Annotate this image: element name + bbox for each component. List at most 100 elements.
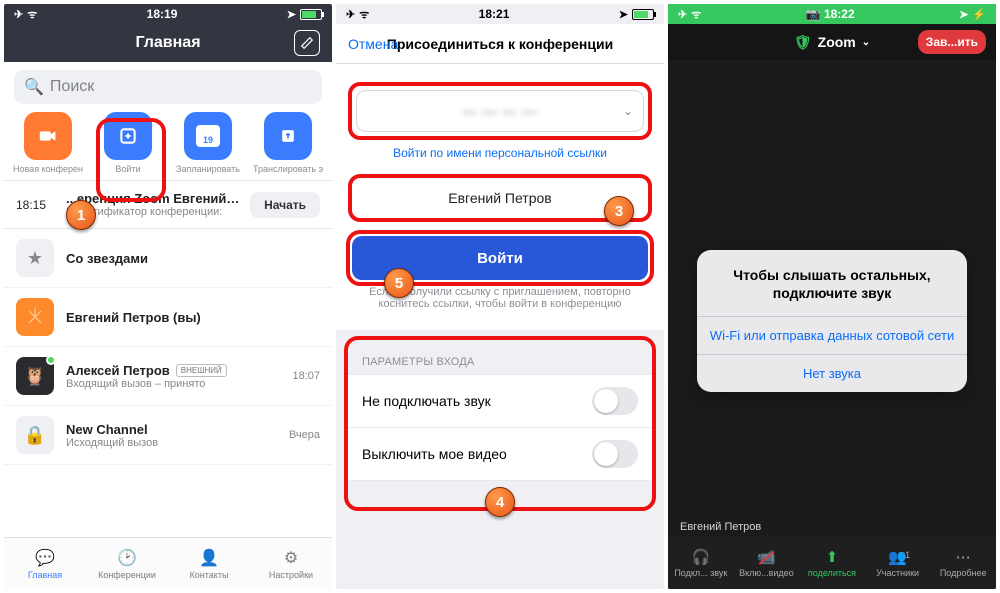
- toolbar-share[interactable]: ⬆поделиться: [799, 537, 865, 589]
- upcoming-meeting[interactable]: 18:15 ...еренция Zoom Евгений Пе... Иден…: [4, 181, 332, 228]
- star-icon: ★: [16, 239, 54, 277]
- start-button[interactable]: Начать: [250, 192, 320, 218]
- alert-option-wifi[interactable]: Wi-Fi или отправка данных сотовой сети: [697, 316, 967, 354]
- personal-link[interactable]: Войти по имени персональной ссылки: [336, 146, 664, 160]
- list-item[interactable]: 🔒 New Channel Исходящий вызов Вчера: [4, 406, 332, 465]
- phone-in-call: ✈ ᯤ 📷 18:22 ➤ ⚡ 🛡 Zoom ⌄ Зав...ить Чтобы с…: [668, 4, 996, 589]
- cancel-button[interactable]: Отмена: [348, 36, 398, 52]
- end-call-button[interactable]: Зав...ить: [918, 30, 986, 54]
- chat-icon: 💬: [35, 548, 55, 568]
- lock-icon: 🔒: [16, 416, 54, 454]
- step-badge-4: 4: [485, 487, 515, 517]
- meeting-id-field[interactable]: — — — — ⌄: [356, 90, 644, 132]
- compose-button[interactable]: [294, 30, 320, 56]
- step-badge-3: 3: [604, 196, 634, 226]
- audio-alert: Чтобы слышать остальных, подключите звук…: [697, 250, 967, 392]
- calendar-icon: 19: [184, 112, 232, 160]
- airplane-icon: ✈: [346, 8, 355, 21]
- toolbar-participants[interactable]: 👥1Участники: [865, 537, 931, 589]
- participant-name: Евгений Петров: [680, 521, 761, 533]
- alert-option-no-audio[interactable]: Нет звука: [697, 354, 967, 392]
- option-no-video: Выключить мое видео: [348, 427, 652, 481]
- airplane-icon: ✈: [678, 8, 687, 21]
- bolt-icon: ⚡: [972, 8, 986, 21]
- airplane-icon: ✈: [14, 8, 23, 21]
- list-item[interactable]: 🦉 Алексей ПетровВНЕШНИЙ Входящий вызов –…: [4, 347, 332, 406]
- contacts-icon: 👤: [199, 548, 219, 568]
- brand[interactable]: 🛡 Zoom ⌄: [794, 34, 870, 51]
- header: Отмена Присоединиться к конференции: [336, 24, 664, 64]
- highlight-4: ПАРАМЕТРЫ ВХОДА Не подключать звук Выклю…: [344, 336, 656, 511]
- avatar: 🦉: [16, 357, 54, 395]
- status-bar: ✈ ᯤ 18:21 ➤: [336, 4, 664, 24]
- search-icon: 🔍: [24, 77, 44, 97]
- battery-icon: [632, 9, 654, 20]
- step-badge-5: 5: [384, 268, 414, 298]
- name-field[interactable]: Евгений Петров: [354, 180, 646, 216]
- phone-join: ✈ ᯤ 18:21 ➤ Отмена Присоединиться к конфе…: [336, 4, 664, 589]
- wifi-icon: ᯤ: [691, 7, 701, 22]
- meeting-time: 18:15: [16, 198, 56, 212]
- toolbar-video[interactable]: 📹Вклю...видео: [734, 537, 800, 589]
- call-toolbar: 🎧Подкл... звук 📹Вклю...видео ⬆поделиться…: [668, 537, 996, 589]
- action-share[interactable]: Транслировать э...: [252, 112, 324, 174]
- list-item[interactable]: Евгений Петров (вы): [4, 288, 332, 347]
- tab-home[interactable]: 💬Главная: [4, 538, 86, 589]
- tab-bar: 💬Главная 🕑Конференции 👤Контакты ⚙Настрой…: [4, 537, 332, 589]
- search-placeholder: Поиск: [50, 78, 94, 96]
- battery-icon: [300, 9, 322, 20]
- page-title: Главная: [135, 34, 200, 52]
- chevron-down-icon[interactable]: ⌄: [623, 104, 633, 118]
- location-icon: ➤: [287, 8, 296, 21]
- quick-actions: Новая конференция Войти 19 Запланировать…: [4, 112, 332, 180]
- action-new-meeting[interactable]: Новая конференция: [12, 112, 84, 174]
- location-icon: ➤: [619, 8, 628, 21]
- action-schedule[interactable]: 19 Запланировать: [172, 112, 244, 174]
- highlight-2: — — — — ⌄: [348, 82, 652, 140]
- headphones-icon: 🎧: [691, 548, 710, 566]
- status-time: 18:22: [824, 7, 855, 21]
- wifi-icon: ᯤ: [359, 7, 369, 22]
- switch-no-audio[interactable]: [592, 387, 638, 415]
- step-badge-1: 1: [66, 200, 96, 230]
- search-input[interactable]: 🔍 Поиск: [14, 70, 322, 104]
- call-header: 🛡 Zoom ⌄ Зав...ить: [668, 24, 996, 60]
- gear-icon: ⚙: [284, 548, 298, 568]
- option-no-audio: Не подключать звук: [348, 374, 652, 427]
- tab-settings[interactable]: ⚙Настройки: [250, 538, 332, 589]
- switch-no-video[interactable]: [592, 440, 638, 468]
- camera-icon: [24, 112, 72, 160]
- alert-message: Чтобы слышать остальных, подключите звук: [697, 250, 967, 316]
- section-header: ПАРАМЕТРЫ ВХОДА: [348, 340, 652, 374]
- video-off-icon: 📹: [757, 548, 776, 566]
- help-text: Если ... олучили ссылку с приглашением, …: [336, 286, 664, 320]
- camera-indicator-icon: 📷: [806, 7, 824, 21]
- share-up-icon: [264, 112, 312, 160]
- header: Главная: [4, 24, 332, 62]
- status-bar: ✈ ᯤ 18:19 ➤: [4, 4, 332, 24]
- clock-icon: 🕑: [117, 548, 137, 568]
- shield-icon: 🛡: [794, 34, 812, 51]
- page-title: Присоединиться к конференции: [387, 36, 613, 52]
- toolbar-more[interactable]: ⋯Подробнее: [930, 537, 996, 589]
- chat-list: ★ Со звездами Евгений Петров (вы) 🦉 Алек…: [4, 229, 332, 537]
- share-icon: ⬆: [826, 548, 839, 566]
- list-item[interactable]: ★ Со звездами: [4, 229, 332, 288]
- avatar: [16, 298, 54, 336]
- home-body: 🔍 Поиск Новая конференция Войти 19 Запла…: [4, 62, 332, 589]
- participants-count: 1: [905, 550, 910, 560]
- highlight-1: [96, 118, 166, 202]
- toolbar-audio[interactable]: 🎧Подкл... звук: [668, 537, 734, 589]
- more-icon: ⋯: [956, 548, 971, 566]
- chevron-down-icon: ⌄: [862, 37, 870, 48]
- status-bar: ✈ ᯤ 📷 18:22 ➤ ⚡: [668, 4, 996, 24]
- location-icon: ➤: [959, 8, 968, 21]
- status-time: 18:19: [37, 7, 287, 21]
- call-body: Чтобы слышать остальных, подключите звук…: [668, 60, 996, 589]
- external-badge: ВНЕШНИЙ: [176, 364, 227, 377]
- status-time: 18:21: [369, 7, 619, 21]
- tab-contacts[interactable]: 👤Контакты: [168, 538, 250, 589]
- wifi-icon: ᯤ: [27, 7, 37, 22]
- phone-home: ✈ ᯤ 18:19 ➤ Главная 🔍 Поиск Новая конфере…: [4, 4, 332, 589]
- tab-meetings[interactable]: 🕑Конференции: [86, 538, 168, 589]
